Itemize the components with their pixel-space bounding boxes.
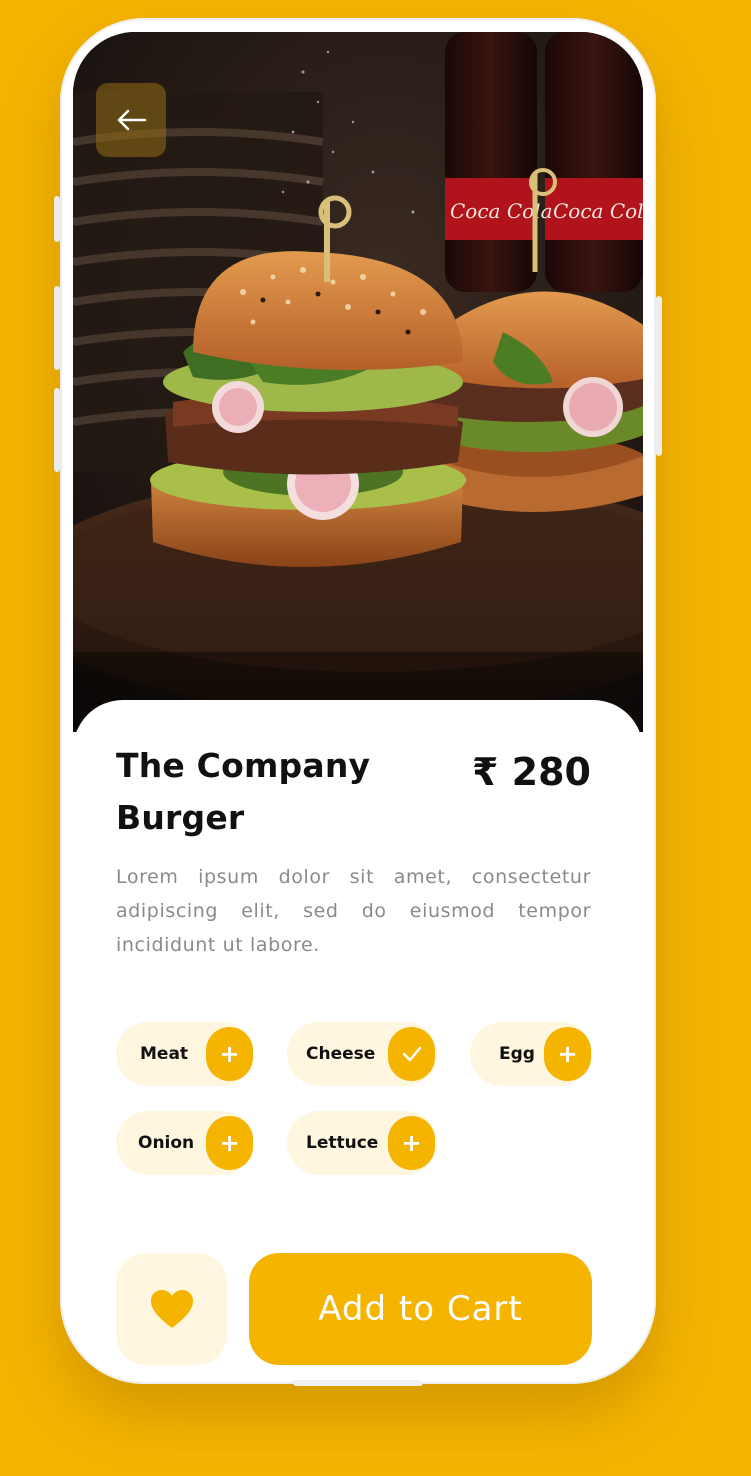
burger-photo: Coca Cola Coca Cola — [73, 32, 643, 732]
product-description: Lorem ipsum dolor sit amet, consectetur … — [116, 866, 591, 956]
add-to-cart-button[interactable]: Add to Cart — [249, 1253, 592, 1365]
addon-label: Lettuce — [306, 1133, 379, 1153]
addon-label: Cheese — [306, 1044, 376, 1064]
addon-chip-egg[interactable]: Egg + — [470, 1022, 592, 1086]
plus-icon[interactable]: + — [206, 1027, 253, 1081]
product-price: ₹ 280 — [472, 750, 591, 794]
addon-chip-cheese[interactable]: Cheese — [287, 1022, 437, 1086]
plus-icon[interactable]: + — [388, 1116, 435, 1170]
addon-label: Meat — [140, 1044, 189, 1064]
phone-frame: Coca Cola Coca Cola — [54, 18, 662, 1386]
back-button[interactable] — [96, 83, 166, 157]
arrow-left-icon — [117, 109, 147, 131]
phone-side-button — [54, 196, 60, 242]
check-icon[interactable] — [388, 1027, 435, 1081]
plus-icon[interactable]: + — [206, 1116, 253, 1170]
phone-volume-down-button — [54, 388, 60, 472]
phone-volume-up-button — [54, 286, 60, 370]
addon-chip-lettuce[interactable]: Lettuce + — [287, 1111, 437, 1175]
product-details-card: The Company Burger ₹ 280 Lorem ipsum dol… — [73, 700, 643, 1368]
product-title: The Company Burger — [116, 746, 371, 837]
heart-icon — [150, 1290, 193, 1328]
addon-label: Onion — [138, 1133, 195, 1153]
addon-chip-meat[interactable]: Meat + — [116, 1022, 254, 1086]
app-screen: Coca Cola Coca Cola — [73, 32, 643, 1368]
bottle-label-text-2: Coca Cola — [553, 199, 643, 223]
addon-label: Egg — [499, 1044, 535, 1064]
favorite-button[interactable] — [116, 1253, 227, 1365]
plus-icon[interactable]: + — [544, 1027, 591, 1081]
home-indicator — [293, 1380, 423, 1386]
addon-chip-onion[interactable]: Onion + — [116, 1111, 254, 1175]
phone-power-button — [656, 296, 662, 456]
